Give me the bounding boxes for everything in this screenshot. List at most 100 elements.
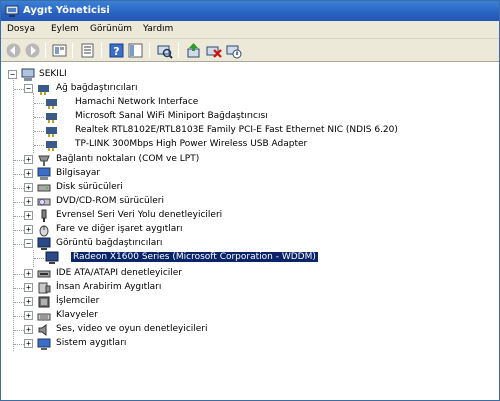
window-title: Aygıt Yöneticisi bbox=[23, 5, 110, 16]
device-label: Hamachi Network Interface bbox=[75, 97, 199, 107]
expand-toggle[interactable]: + bbox=[24, 225, 33, 234]
category-disk-drives[interactable]: + Disk sürücüleri bbox=[1, 181, 301, 195]
port-icon bbox=[38, 155, 50, 166]
system-device-icon bbox=[37, 338, 51, 350]
menu-action[interactable]: Eylem bbox=[51, 24, 79, 34]
expand-toggle[interactable]: + bbox=[24, 311, 33, 320]
category-computer[interactable]: + Bilgisayar bbox=[1, 167, 301, 181]
category-processors[interactable]: + İşlemciler bbox=[1, 295, 301, 309]
selected-device-label: Radeon X1600 Series (Microsoft Corporati… bbox=[70, 251, 319, 263]
device-manager-window: Aygıt Yöneticisi Dosya Eylem Görünüm Yar… bbox=[0, 0, 500, 401]
collapse-toggle[interactable]: − bbox=[24, 239, 33, 248]
expand-toggle[interactable]: + bbox=[24, 269, 33, 278]
dvd-drive-icon bbox=[37, 198, 51, 206]
uninstall-icon[interactable] bbox=[205, 42, 222, 59]
category-network-adapters[interactable]: − Ağ bağdaştırıcıları bbox=[1, 82, 301, 96]
category-label: Sistem aygıtları bbox=[56, 338, 127, 348]
expand-toggle[interactable]: + bbox=[24, 155, 33, 164]
device-tree[interactable]: − SEKILI − Ağ bağdaştırıcıları Hamachi N… bbox=[1, 63, 499, 400]
expand-toggle[interactable]: + bbox=[24, 183, 33, 192]
category-label: Bilgisayar bbox=[56, 168, 101, 178]
mouse-icon bbox=[39, 225, 49, 237]
network-adapter-icon bbox=[46, 113, 57, 123]
menu-file[interactable]: Dosya bbox=[7, 24, 35, 34]
category-label: İşlemciler bbox=[56, 296, 100, 306]
category-label: İnsan Arabirim Aygıtları bbox=[56, 282, 162, 292]
category-dvd-drives[interactable]: + DVD/CD-ROM sürücüleri bbox=[1, 195, 301, 209]
expand-toggle[interactable]: + bbox=[24, 297, 33, 306]
device-tplink-usb[interactable]: TP-LINK 300Mbps High Power Wireless USB … bbox=[1, 138, 321, 152]
tree-root-label: SEKILI bbox=[39, 69, 67, 79]
expand-toggle[interactable]: + bbox=[24, 339, 33, 348]
expand-toggle[interactable]: + bbox=[24, 197, 33, 206]
category-label: Ağ bağdaştırıcıları bbox=[56, 83, 138, 93]
expand-toggle[interactable]: + bbox=[24, 169, 33, 178]
category-hid[interactable]: + İnsan Arabirim Aygıtları bbox=[1, 281, 301, 295]
keyboard-icon bbox=[37, 313, 51, 321]
category-label: Fare ve diğer işaret aygıtları bbox=[56, 224, 183, 234]
ide-controller-icon bbox=[37, 270, 51, 278]
disable-icon[interactable] bbox=[225, 42, 242, 59]
forward-icon[interactable] bbox=[24, 42, 41, 59]
display-adapter-icon bbox=[45, 251, 59, 264]
menu-help[interactable]: Yardım bbox=[143, 24, 173, 34]
network-adapter-icon bbox=[46, 141, 57, 151]
network-adapter-icon bbox=[46, 99, 57, 109]
usb-icon bbox=[41, 209, 47, 222]
device-radeon-x1600[interactable]: Radeon X1600 Series (Microsoft Corporati… bbox=[1, 251, 331, 265]
menu-view[interactable]: Görünüm bbox=[90, 24, 132, 34]
expand-toggle[interactable]: + bbox=[24, 325, 33, 334]
category-label: Bağlantı noktaları (COM ve LPT) bbox=[56, 154, 200, 164]
category-sound-video[interactable]: + Ses, video ve oyun denetleyicileri bbox=[1, 323, 301, 337]
properties-icon[interactable] bbox=[79, 42, 96, 59]
device-label: TP-LINK 300Mbps High Power Wireless USB … bbox=[75, 139, 308, 149]
up-level-icon[interactable] bbox=[51, 42, 68, 59]
update-driver-icon[interactable] bbox=[185, 42, 202, 59]
help-icon[interactable]: ? bbox=[108, 42, 125, 59]
category-system-devices[interactable]: + Sistem aygıtları bbox=[1, 337, 301, 351]
scan-hardware-icon[interactable] bbox=[156, 42, 173, 59]
show-hide-tree-icon[interactable] bbox=[127, 42, 144, 59]
collapse-toggle[interactable]: − bbox=[24, 84, 33, 93]
toolbar-separator bbox=[72, 43, 73, 58]
expand-toggle[interactable]: + bbox=[24, 283, 33, 292]
toolbar: ? bbox=[1, 39, 499, 62]
menu-bar: Dosya Eylem Görünüm Yardım bbox=[1, 21, 499, 39]
toolbar-separator bbox=[149, 43, 150, 58]
category-ide-controllers[interactable]: + IDE ATA/ATAPI denetleyiciler bbox=[1, 267, 301, 281]
category-usb-controllers[interactable]: + Evrensel Seri Veri Yolu denetleyiciler… bbox=[1, 209, 301, 223]
category-keyboards[interactable]: + Klavyeler bbox=[1, 309, 301, 323]
sound-icon bbox=[38, 324, 47, 336]
category-label: Evrensel Seri Veri Yolu denetleyicileri bbox=[56, 210, 223, 220]
category-label: Disk sürücüleri bbox=[56, 182, 123, 192]
computer-icon bbox=[21, 68, 35, 81]
category-label: Ses, video ve oyun denetleyicileri bbox=[56, 324, 208, 334]
expand-toggle[interactable]: + bbox=[24, 211, 33, 220]
toolbar-separator bbox=[45, 43, 46, 58]
category-label: IDE ATA/ATAPI denetleyiciler bbox=[56, 268, 183, 278]
category-label: Görüntü bağdaştırıcıları bbox=[56, 238, 163, 248]
tree-root[interactable]: − SEKILI bbox=[1, 68, 201, 82]
computer-icon bbox=[37, 167, 51, 180]
category-mice[interactable]: + Fare ve diğer işaret aygıtları bbox=[1, 223, 301, 237]
category-display-adapters[interactable]: − Görüntü bağdaştırıcıları bbox=[1, 237, 301, 251]
hid-icon bbox=[38, 282, 51, 294]
device-manager-icon bbox=[5, 5, 19, 17]
device-label: Realtek RTL8102E/RTL8103E Family PCI-E F… bbox=[75, 125, 398, 135]
back-icon[interactable] bbox=[5, 42, 22, 59]
device-ms-virtual-wifi[interactable]: Microsoft Sanal WiFi Miniport Bağdaştırı… bbox=[1, 110, 301, 124]
processor-icon bbox=[38, 296, 50, 308]
device-realtek-nic[interactable]: Realtek RTL8102E/RTL8103E Family PCI-E F… bbox=[1, 124, 441, 138]
category-label: Klavyeler bbox=[56, 310, 98, 320]
category-ports[interactable]: + Bağlantı noktaları (COM ve LPT) bbox=[1, 153, 301, 167]
network-adapter-icon bbox=[38, 85, 49, 95]
title-bar[interactable]: Aygıt Yöneticisi bbox=[1, 1, 499, 21]
category-label: DVD/CD-ROM sürücüleri bbox=[56, 196, 165, 206]
toolbar-separator bbox=[101, 43, 102, 58]
network-adapter-icon bbox=[46, 127, 57, 137]
collapse-toggle[interactable]: − bbox=[8, 70, 17, 79]
device-hamachi[interactable]: Hamachi Network Interface bbox=[1, 96, 301, 110]
display-adapter-icon bbox=[37, 237, 51, 250]
svg-text:?: ? bbox=[113, 45, 119, 58]
toolbar-separator bbox=[178, 43, 179, 58]
